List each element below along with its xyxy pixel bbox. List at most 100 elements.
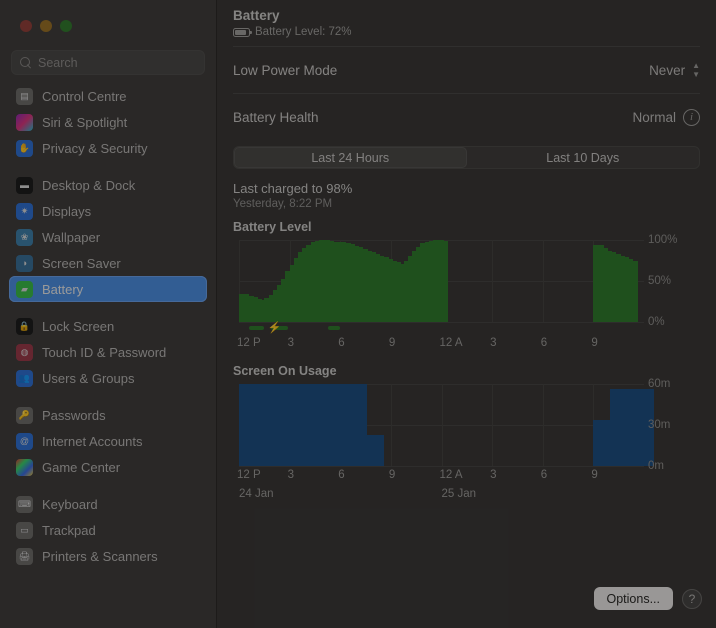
displays-icon: ✷ [16, 202, 33, 220]
screen-on-usage-chart-block: Screen On Usage 60m 30m 0m 12 P 3 6 9 12 A369 … [217, 354, 716, 504]
sidebar-item-battery[interactable]: ▰ Battery [9, 276, 207, 302]
y-axis-tick-label: 100% [648, 234, 678, 246]
sidebar-item-keyboard[interactable]: ⌨ Keyboard [9, 491, 207, 517]
sidebar-item-control-centre[interactable]: ▤ Control Centre [9, 83, 207, 109]
siri-icon [16, 113, 33, 131]
battery-health-control[interactable]: Normal i [632, 108, 700, 126]
x-axis-tick-label: 12 A [439, 337, 463, 349]
help-button[interactable]: ? [682, 588, 702, 609]
desktop-dock-icon: ▬ [16, 176, 33, 194]
sidebar-item-printers-scanners[interactable]: 🖨 Printers & Scanners [9, 543, 207, 569]
last-charge-info: Last charged to 98% Yesterday, 8:22 PM [217, 169, 716, 210]
sidebar-item-label: Trackpad [42, 522, 96, 538]
x-axis-tick-label: 3 [490, 337, 497, 349]
charging-period-marker [249, 326, 265, 330]
sidebar-item-privacy-security[interactable]: ✋ Privacy & Security [9, 135, 207, 161]
x-axis-tick-label: 3 [287, 469, 295, 481]
search-box[interactable] [11, 50, 205, 75]
control-centre-icon: ▤ [16, 87, 33, 105]
battery-level-plot [239, 240, 644, 323]
battery-health-row[interactable]: Battery Health Normal i [217, 94, 716, 140]
time-range-segmented-container: Last 24 Hours Last 10 Days [217, 140, 716, 169]
y-axis-tick-label: 50% [648, 275, 672, 287]
sidebar-item-label: Passwords [42, 407, 106, 423]
x-axis-tick-label: 6 [338, 337, 345, 349]
sidebar-item-trackpad[interactable]: ▭ Trackpad [9, 517, 207, 543]
gridline [239, 466, 644, 467]
sidebar-nav: ▤ Control Centre Siri & Spotlight ✋ Privacy … [0, 81, 216, 569]
x-axis-tick-label: 6 [540, 337, 548, 349]
close-button[interactable] [20, 20, 32, 32]
wallpaper-icon: ❀ [16, 228, 33, 246]
x-axis-tick-label: 6 [338, 469, 345, 481]
sidebar-item-wallpaper[interactable]: ❀ Wallpaper [9, 224, 207, 250]
sidebar-item-label: Wallpaper [42, 229, 101, 245]
battery-health-label: Battery Health [233, 109, 319, 125]
x-axis-tick-label: 12 P [237, 337, 261, 349]
sidebar-item-label: Internet Accounts [42, 433, 143, 449]
segment-last-10-days[interactable]: Last 10 Days [467, 147, 700, 168]
x-axis-tick-label: 9 [591, 337, 598, 349]
sidebar: ▤ Control Centre Siri & Spotlight ✋ Privacy … [0, 0, 217, 628]
touch-id-icon: ◍ [16, 343, 33, 361]
privacy-icon: ✋ [16, 139, 33, 157]
low-power-mode-value: Never [649, 62, 686, 78]
low-power-mode-row[interactable]: Low Power Mode Never ▲ ▼ [217, 47, 716, 93]
screen-on-usage-x-axis: 12 P 3 6 9 12 A 3 6 9 [237, 469, 644, 486]
sidebar-item-label: Desktop & Dock [42, 177, 136, 193]
sidebar-item-label: Battery [42, 281, 84, 297]
sidebar-item-users-groups[interactable]: 👥 Users & Groups [9, 365, 207, 391]
day-label: 25 Jan [441, 488, 477, 500]
trackpad-icon: ▭ [16, 521, 33, 539]
battery-level-text: Battery Level: 72% [255, 26, 352, 38]
sidebar-item-desktop-dock[interactable]: ▬ Desktop & Dock [9, 172, 207, 198]
screen-saver-icon: ◑ [16, 254, 33, 272]
low-power-mode-label: Low Power Mode [233, 62, 338, 78]
info-icon[interactable]: i [683, 108, 700, 126]
screen-on-usage-chart: 60m 30m 0m [233, 378, 700, 472]
minimize-button[interactable] [40, 20, 52, 32]
battery-level-chart-block: Battery Level 100% 50% 0% ⚡ 12 P 3 6 9 12 A369 [217, 210, 716, 354]
x-axis-tick-label: 9 [591, 469, 598, 481]
sidebar-group-separator [9, 161, 207, 172]
charging-periods-strip: ⚡ [239, 323, 644, 334]
sidebar-item-label: Touch ID & Password [42, 344, 167, 360]
game-center-icon [16, 458, 33, 476]
sidebar-group-separator [9, 391, 207, 402]
sidebar-item-label: Lock Screen [42, 318, 115, 334]
zoom-button[interactable] [60, 20, 72, 32]
battery-health-value: Normal [632, 109, 676, 125]
search-input[interactable] [38, 55, 196, 70]
sidebar-item-screen-saver[interactable]: ◑ Screen Saver [9, 250, 207, 276]
x-axis-tick-label: 9 [388, 469, 396, 481]
sidebar-item-game-center[interactable]: Game Center [9, 454, 207, 480]
page-title: Battery [233, 8, 280, 23]
sidebar-item-internet-accounts[interactable]: @ Internet Accounts [9, 428, 207, 454]
sidebar-item-displays[interactable]: ✷ Displays [9, 198, 207, 224]
search-icon [20, 56, 32, 69]
keyboard-icon: ⌨ [16, 495, 33, 513]
chart-bar [340, 434, 385, 466]
x-axis-tick-label: 12 A [439, 469, 463, 481]
users-groups-icon: 👥 [16, 369, 33, 387]
sidebar-item-touch-id-password[interactable]: ◍ Touch ID & Password [9, 339, 207, 365]
options-button[interactable]: Options... [593, 587, 673, 610]
low-power-mode-control[interactable]: Never ▲ ▼ [649, 62, 700, 79]
printers-icon: 🖨 [16, 547, 33, 565]
time-range-segmented-control[interactable]: Last 24 Hours Last 10 Days [233, 146, 700, 169]
sidebar-item-label: Control Centre [42, 88, 127, 104]
x-axis-tick-label: 9 [388, 337, 396, 349]
battery-level-x-axis: 12 P 3 6 9 12 A 3 6 9 [237, 337, 644, 354]
sidebar-item-lock-screen[interactable]: 🔒 Lock Screen [9, 313, 207, 339]
sidebar-item-passwords[interactable]: 🔑 Passwords [9, 402, 207, 428]
sidebar-item-siri-spotlight[interactable]: Siri & Spotlight [9, 109, 207, 135]
search-container [0, 46, 216, 81]
last-charged-timestamp: Yesterday, 8:22 PM [233, 198, 333, 210]
segment-last-24-hours[interactable]: Last 24 Hours [234, 147, 467, 168]
footer-actions: Options... ? [593, 587, 702, 610]
sidebar-group-separator [9, 480, 207, 491]
battery-level-chart: 100% 50% 0% [233, 234, 700, 328]
sidebar-item-label: Privacy & Security [42, 140, 148, 156]
battery-icon: ▰ [16, 280, 33, 298]
window-controls [0, 0, 216, 46]
